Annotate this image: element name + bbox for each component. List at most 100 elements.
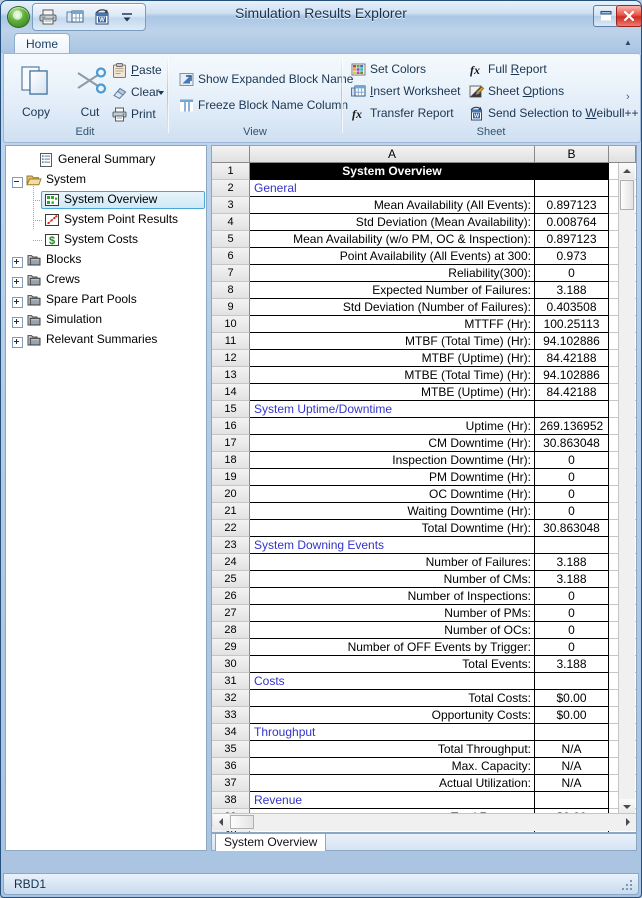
sheet-options-button[interactable]: Sheet Options — [466, 81, 632, 102]
tree-toggle-expand[interactable] — [12, 337, 23, 348]
cell-a4[interactable]: Std Deviation (Mean Availability): — [250, 214, 535, 231]
cell-a30[interactable]: Total Events: — [250, 656, 535, 673]
spreadsheet-grid[interactable]: A B 1 2 3 4 5 6 7 8 9 10 11 12 13 14 15 16 17 18 19 20 21 22 2… — [211, 145, 637, 833]
cell-a18[interactable]: Inspection Downtime (Hr): — [250, 452, 535, 469]
cell-b34[interactable] — [535, 724, 609, 741]
freeze-block-name-column-button[interactable]: Freeze Block Name Column — [176, 95, 348, 116]
column-header-a[interactable]: A — [250, 146, 535, 163]
row-header[interactable]: 22 — [212, 520, 250, 537]
horizontal-scrollbar[interactable] — [213, 813, 636, 831]
row-header[interactable]: 35 — [212, 741, 250, 758]
tree-item-crews[interactable]: Crews — [6, 270, 206, 290]
row-header[interactable]: 37 — [212, 775, 250, 792]
row-header[interactable]: 36 — [212, 758, 250, 775]
tree-item-spare-part-pools[interactable]: Spare Part Pools — [6, 290, 206, 310]
cell-b38[interactable] — [535, 792, 609, 809]
cell-b2[interactable] — [535, 180, 609, 197]
cell-a35[interactable]: Total Throughput: — [250, 741, 535, 758]
cell-b1[interactable] — [535, 163, 609, 180]
send-selection-to-weibull-button[interactable]: W Send Selection to Weibull++ — [466, 103, 639, 124]
transfer-report-button[interactable]: fx Transfer Report — [348, 103, 464, 124]
row-header[interactable]: 28 — [212, 622, 250, 639]
tree-toggle-expand[interactable] — [12, 317, 23, 328]
cell-b10[interactable]: 100.25113 — [535, 316, 609, 333]
row-header[interactable]: 31 — [212, 673, 250, 690]
cell-a3[interactable]: Mean Availability (All Events): — [250, 197, 535, 214]
scroll-right-button[interactable] — [620, 814, 636, 830]
row-header[interactable]: 25 — [212, 571, 250, 588]
cell-b24[interactable]: 3.188 — [535, 554, 609, 571]
row-header[interactable]: 19 — [212, 469, 250, 486]
cell-a36[interactable]: Max. Capacity: — [250, 758, 535, 775]
cell-a29[interactable]: Number of OFF Events by Trigger: — [250, 639, 535, 656]
cell-a17[interactable]: CM Downtime (Hr): — [250, 435, 535, 452]
vertical-scrollbar-thumb[interactable] — [620, 180, 634, 210]
row-header[interactable]: 18 — [212, 452, 250, 469]
scroll-left-button[interactable] — [213, 814, 229, 830]
cell-b37[interactable]: N/A — [535, 775, 609, 792]
cell-a1[interactable]: System Overview — [250, 163, 535, 180]
cell-a5[interactable]: Mean Availability (w/o PM, OC & Inspecti… — [250, 231, 535, 248]
cell-b20[interactable]: 0 — [535, 486, 609, 503]
cell-b29[interactable]: 0 — [535, 639, 609, 656]
row-header[interactable]: 6 — [212, 248, 250, 265]
cell-b7[interactable]: 0 — [535, 265, 609, 282]
row-header[interactable]: 34 — [212, 724, 250, 741]
cell-a26[interactable]: Number of Inspections: — [250, 588, 535, 605]
set-colors-button[interactable]: Set Colors — [348, 59, 464, 80]
row-header[interactable]: 20 — [212, 486, 250, 503]
cell-a12[interactable]: MTBF (Uptime) (Hr): — [250, 350, 535, 367]
row-header[interactable]: 5 — [212, 231, 250, 248]
cell-a7[interactable]: Reliability(300): — [250, 265, 535, 282]
cell-a23[interactable]: System Downing Events — [250, 537, 535, 554]
cell-b31[interactable] — [535, 673, 609, 690]
cell-a28[interactable]: Number of OCs: — [250, 622, 535, 639]
cell-a13[interactable]: MTBE (Total Time) (Hr): — [250, 367, 535, 384]
row-header[interactable]: 21 — [212, 503, 250, 520]
tree-toggle-collapse[interactable] — [12, 177, 23, 188]
cell-b23[interactable] — [535, 537, 609, 554]
cell-a31[interactable]: Costs — [250, 673, 535, 690]
cell-a15[interactable]: System Uptime/Downtime — [250, 401, 535, 418]
cell-b36[interactable]: N/A — [535, 758, 609, 775]
cell-b15[interactable] — [535, 401, 609, 418]
row-header[interactable]: 1 — [212, 163, 250, 180]
cell-a2[interactable]: General — [250, 180, 535, 197]
print-button[interactable]: Print — [109, 104, 167, 125]
cell-a38[interactable]: Revenue — [250, 792, 535, 809]
cell-b22[interactable]: 30.863048 — [535, 520, 609, 537]
cell-b6[interactable]: 0.973 — [535, 248, 609, 265]
column-header-c[interactable] — [609, 146, 636, 163]
cell-a9[interactable]: Std Deviation (Number of Failures): — [250, 299, 535, 316]
cell-a6[interactable]: Point Availability (All Events) at 300: — [250, 248, 535, 265]
cell-b35[interactable]: N/A — [535, 741, 609, 758]
cell-b12[interactable]: 84.42188 — [535, 350, 609, 367]
cell-a22[interactable]: Total Downtime (Hr): — [250, 520, 535, 537]
tree-item-system[interactable]: System — [6, 170, 206, 190]
row-header[interactable]: 26 — [212, 588, 250, 605]
full-report-button[interactable]: fx Full Report — [466, 59, 632, 80]
cell-b30[interactable]: 3.188 — [535, 656, 609, 673]
results-tree-panel[interactable]: General Summary System System Overview Syst… — [5, 145, 207, 851]
row-header[interactable]: 30 — [212, 656, 250, 673]
cell-a8[interactable]: Expected Number of Failures: — [250, 282, 535, 299]
cell-b33[interactable]: $0.00 — [535, 707, 609, 724]
row-header[interactable]: 7 — [212, 265, 250, 282]
row-header[interactable]: 15 — [212, 401, 250, 418]
row-header[interactable]: 3 — [212, 197, 250, 214]
cell-a19[interactable]: PM Downtime (Hr): — [250, 469, 535, 486]
scroll-up-button[interactable] — [619, 163, 635, 179]
cell-b28[interactable]: 0 — [535, 622, 609, 639]
cell-a24[interactable]: Number of Failures: — [250, 554, 535, 571]
row-header[interactable]: 10 — [212, 316, 250, 333]
cell-b4[interactable]: 0.008764 — [535, 214, 609, 231]
cell-a34[interactable]: Throughput — [250, 724, 535, 741]
tree-item-system-overview[interactable]: System Overview — [6, 190, 206, 210]
row-header[interactable]: 29 — [212, 639, 250, 656]
row-header[interactable]: 11 — [212, 333, 250, 350]
tab-home[interactable]: Home — [14, 33, 70, 55]
column-header-b[interactable]: B — [535, 146, 609, 163]
cell-b14[interactable]: 84.42188 — [535, 384, 609, 401]
tree-item-system-costs[interactable]: $ System Costs — [6, 230, 206, 250]
cell-a10[interactable]: MTTFF (Hr): — [250, 316, 535, 333]
